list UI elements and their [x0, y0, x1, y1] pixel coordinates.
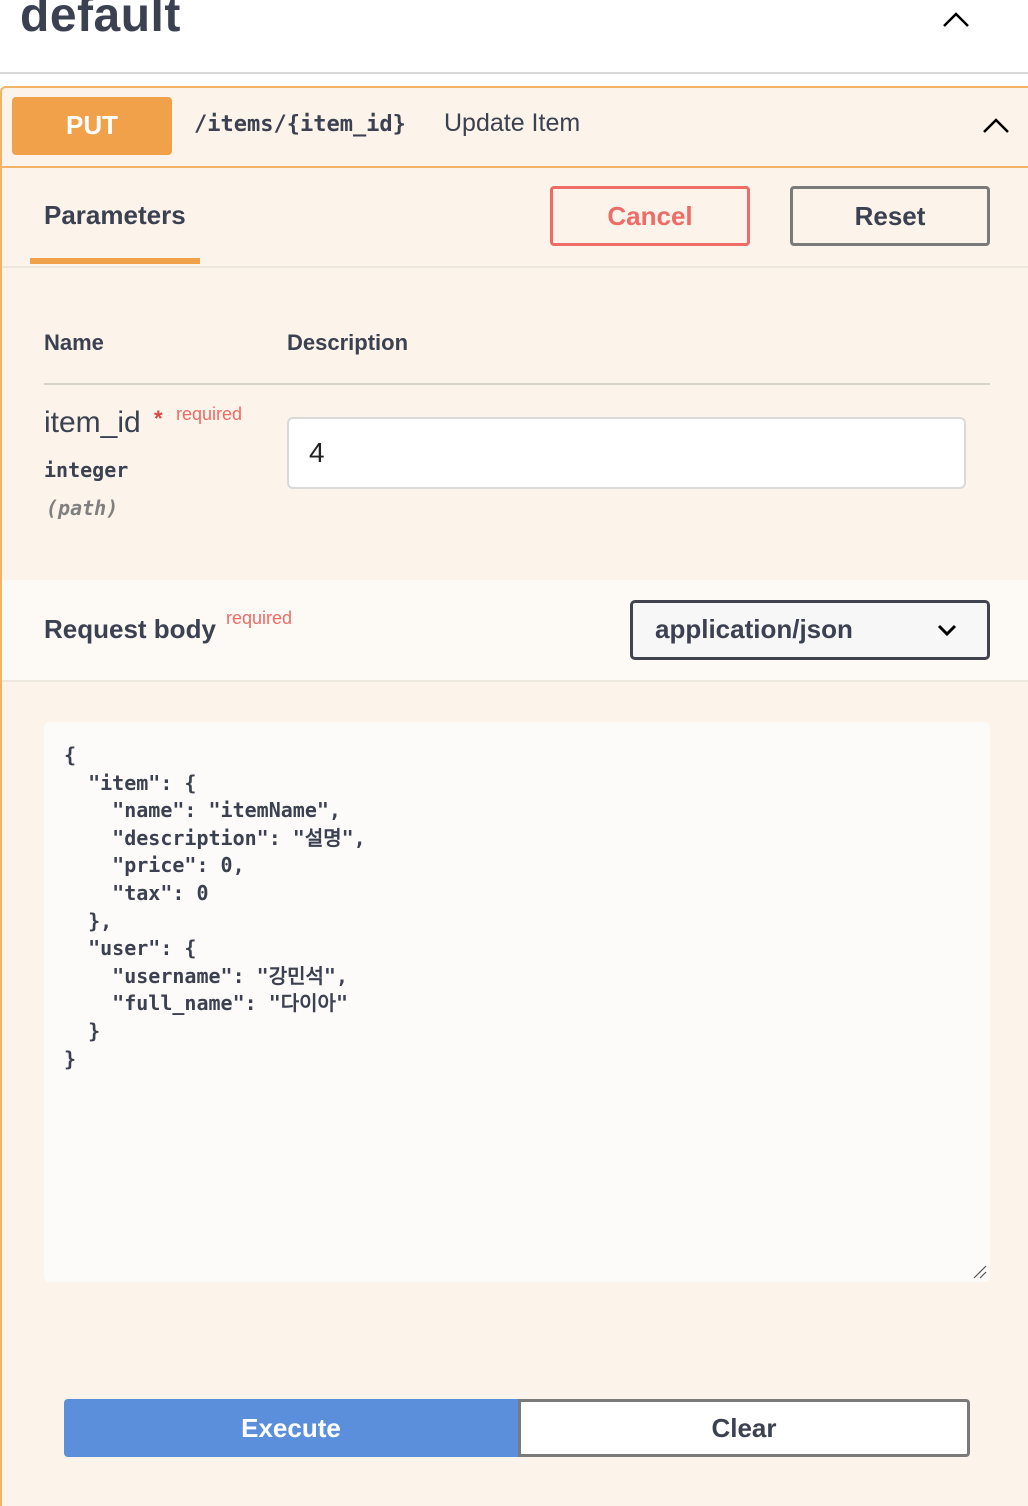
- section-title[interactable]: default: [20, 0, 181, 43]
- operation-summary-text: Update Item: [444, 109, 581, 137]
- cancel-button[interactable]: Cancel: [550, 186, 750, 246]
- column-header-description: Description: [287, 330, 409, 355]
- execute-button[interactable]: Execute: [64, 1399, 518, 1457]
- request-body-header: Request body required application/json: [2, 580, 1028, 682]
- request-body-title: Request body: [44, 614, 216, 644]
- header-divider: [44, 383, 990, 385]
- chevron-up-icon[interactable]: [982, 112, 1010, 140]
- column-header-name: Name: [44, 330, 104, 355]
- param-location: (path): [46, 496, 119, 520]
- section-divider: [0, 72, 1028, 74]
- operation-path: /items/{item_id}: [194, 112, 406, 137]
- operation-block: PUT /items/{item_id} Update Item Paramet…: [0, 86, 1028, 1506]
- tab-parameters-label: Parameters: [44, 200, 186, 230]
- item-id-input[interactable]: 4: [287, 417, 966, 489]
- resize-handle-icon[interactable]: [972, 1264, 988, 1280]
- reset-button[interactable]: Reset: [790, 186, 990, 246]
- tab-header: Parameters Cancel Reset: [2, 168, 1028, 268]
- content-type-select[interactable]: application/json: [630, 600, 990, 660]
- required-star: *: [154, 406, 163, 431]
- request-body-editor[interactable]: { "item": { "name": "itemName", "descrip…: [44, 722, 990, 1282]
- tab-parameters[interactable]: Parameters: [30, 168, 200, 264]
- param-name: item_id: [44, 406, 141, 439]
- request-body-json: { "item": { "name": "itemName", "descrip…: [64, 743, 366, 1071]
- method-badge: PUT: [12, 97, 172, 155]
- chevron-down-icon: [937, 624, 957, 637]
- chevron-up-icon[interactable]: [942, 6, 970, 34]
- content-type-value: application/json: [655, 614, 853, 644]
- operation-summary[interactable]: PUT /items/{item_id} Update Item: [2, 88, 1028, 168]
- clear-button[interactable]: Clear: [518, 1399, 970, 1457]
- required-label: required: [226, 608, 293, 628]
- param-type: integer: [44, 458, 129, 482]
- required-label: required: [176, 404, 243, 424]
